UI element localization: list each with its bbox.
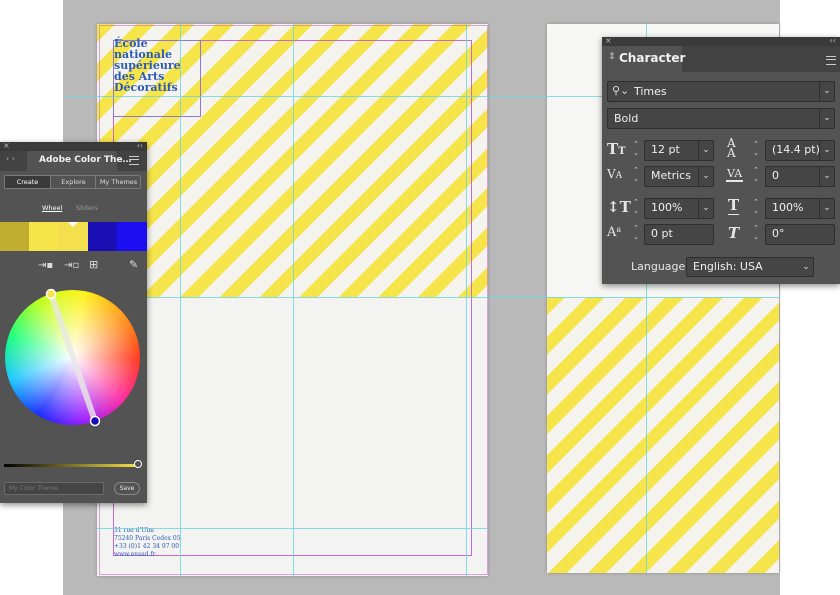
vertical-scale-stepper[interactable]: ⌃ ⌄: [629, 198, 643, 218]
vertical-scale-field[interactable]: 100% ⌄: [644, 198, 714, 219]
baseline-shift-stepper[interactable]: ⌃ ⌄: [629, 224, 643, 244]
theme-name-input[interactable]: [4, 482, 104, 495]
font-style-value: Bold: [614, 112, 639, 125]
baseline-shift-icon: Aa: [607, 225, 622, 240]
panel-tab-title[interactable]: Adobe Color The…: [27, 151, 132, 171]
column-guide: [466, 24, 467, 576]
chevron-down-icon[interactable]: ⌄: [819, 167, 834, 186]
skew-stepper[interactable]: ⌃ ⌄: [749, 224, 763, 244]
adobe-color-themes-panel[interactable]: × ‹‹ ‹ › Adobe Color The… Create Explore…: [0, 141, 147, 503]
tracking-field[interactable]: 0 ⌄: [765, 166, 835, 187]
leading-stepper[interactable]: ⌃ ⌄: [749, 140, 763, 160]
school-logo[interactable]: École nationale supérieure des Arts Déco…: [114, 38, 181, 93]
wheel-handle-line: [48, 291, 98, 424]
font-family-value: Times: [634, 85, 667, 98]
leading-field[interactable]: (14.4 pt) ⌄: [765, 140, 835, 161]
font-family-dropdown[interactable]: ⚲⌄ Times ⌄: [607, 81, 835, 102]
save-button[interactable]: Save: [114, 482, 140, 495]
kerning-icon: VA: [607, 167, 623, 181]
wheel-handle-yellow[interactable]: [45, 288, 57, 300]
panel-title: Adobe Color The…: [39, 155, 132, 165]
color-wheel-handles[interactable]: [0, 282, 147, 442]
language-dropdown[interactable]: English: USA ⌄: [686, 257, 814, 277]
kerning-dropdown[interactable]: Metrics ⌄: [644, 166, 714, 187]
close-icon[interactable]: ×: [605, 36, 612, 45]
selected-swatch-marker: [68, 222, 78, 227]
chevron-down-icon[interactable]: ⌄: [698, 141, 713, 160]
character-panel[interactable]: × ‹‹ ⇕ Character ⚲⌄ Times ⌄ Bold ⌄ TT ⌃ ⌄…: [602, 36, 840, 284]
font-size-field[interactable]: 12 pt ⌄: [644, 140, 714, 161]
kerning-stepper[interactable]: ⌃ ⌄: [629, 166, 643, 186]
collapse-icon[interactable]: ‹‹: [830, 36, 836, 45]
chevron-down-icon[interactable]: ⌄: [819, 141, 834, 160]
tab-my-themes[interactable]: My Themes: [95, 176, 141, 188]
address-block[interactable]: 31 rue d'Ulm 75240 Paris Cedex 05 +33 (0…: [114, 527, 181, 559]
color-swatch-5[interactable]: [117, 222, 147, 251]
panel-menu-icon[interactable]: [129, 156, 139, 165]
column-guide: [180, 24, 181, 576]
tab-create[interactable]: Create: [5, 176, 50, 188]
horizontal-scale-icon: T: [728, 196, 740, 215]
expand-toggle-icon[interactable]: ⇕: [608, 52, 616, 62]
panel-arrows-icon[interactable]: ‹ ›: [6, 154, 15, 163]
chevron-down-icon[interactable]: ⌄: [799, 258, 813, 276]
color-swatch-1[interactable]: [0, 222, 29, 251]
brightness-slider[interactable]: [4, 464, 138, 467]
panel-menu-icon-mid: [129, 159, 139, 160]
tracking-icon: VA: [726, 167, 744, 182]
baseline-shift-field[interactable]: 0 pt: [644, 224, 714, 245]
panel-menu-icon[interactable]: [826, 56, 836, 65]
color-swatch-4[interactable]: [88, 222, 117, 251]
panel-title: Character: [619, 51, 686, 65]
font-size-icon: TT: [607, 140, 626, 158]
font-style-dropdown[interactable]: Bold ⌄: [607, 108, 835, 129]
wheel-handle-blue[interactable]: [89, 415, 101, 427]
chevron-down-icon[interactable]: ⌄: [698, 199, 713, 218]
tracking-stepper[interactable]: ⌃ ⌄: [749, 166, 763, 186]
skew-field[interactable]: 0°: [765, 224, 835, 245]
subtab-wheel[interactable]: Wheel: [42, 204, 62, 212]
panel-menu-icon-mid: [826, 59, 836, 60]
horizontal-scale-stepper[interactable]: ⌃ ⌄: [749, 198, 763, 218]
horizontal-scale-field[interactable]: 100% ⌄: [765, 198, 835, 219]
panel-tab-title[interactable]: ⇕ Character: [602, 46, 686, 72]
skew-icon: T: [728, 224, 740, 242]
color-to-fill-icon[interactable]: ⇥▪: [38, 260, 53, 271]
panel-topbar[interactable]: × ‹‹: [0, 141, 147, 151]
vertical-scale-icon: ↕T: [607, 198, 631, 216]
close-icon[interactable]: ×: [3, 141, 10, 150]
tab-explore[interactable]: Explore: [50, 176, 96, 188]
chevron-down-icon[interactable]: ⌄: [819, 109, 834, 128]
row-guide: [97, 528, 488, 529]
color-swatch-2[interactable]: [29, 222, 58, 251]
panel-topbar[interactable]: × ‹‹: [602, 36, 840, 46]
eyedropper-icon[interactable]: ✎: [129, 258, 138, 271]
search-icon: ⚲⌄: [612, 84, 630, 97]
striped-footer-band: [547, 297, 779, 573]
add-swatch-icon[interactable]: ⊞: [89, 258, 98, 271]
subtab-sliders[interactable]: Sliders: [76, 204, 98, 212]
chevron-down-icon[interactable]: ⌄: [819, 82, 834, 101]
column-guide: [293, 24, 294, 576]
language-label: Language:: [631, 260, 689, 273]
color-to-stroke-icon[interactable]: ⇥▫: [64, 260, 79, 271]
swatch-row: [0, 222, 147, 251]
chevron-down-icon[interactable]: ⌄: [819, 199, 834, 218]
brightness-slider-thumb[interactable]: [134, 460, 142, 468]
leading-icon: AA: [727, 136, 736, 160]
row-guide: [63, 297, 780, 298]
collapse-icon[interactable]: ‹‹: [137, 141, 143, 150]
font-size-stepper[interactable]: ⌃ ⌄: [629, 140, 643, 160]
chevron-down-icon[interactable]: ⌄: [698, 167, 713, 186]
